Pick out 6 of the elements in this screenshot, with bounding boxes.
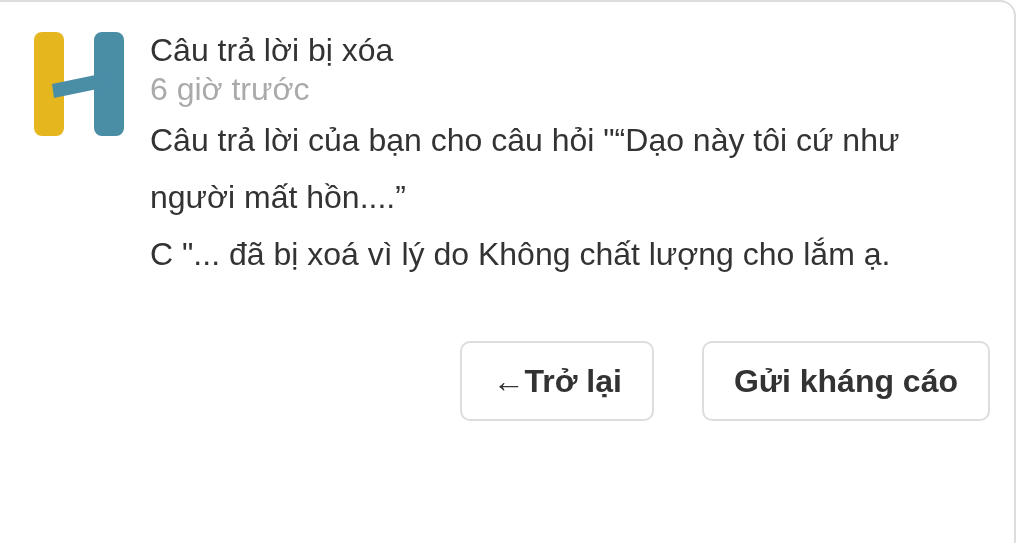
- timestamp: 6 giờ trước: [150, 69, 311, 109]
- notification-title: Câu trả lời bị xóa: [150, 32, 395, 69]
- appeal-button[interactable]: Gửi kháng cáo: [701, 341, 990, 422]
- back-button[interactable]: ←Trở lại: [460, 341, 654, 422]
- notification-message: Câu trả lời của bạn cho câu hỏi "“Dạo này tôi cứ như người mất hồn....” C "... đã bị xoá vì lý do Không chất lượng cho lắm ạ.: [150, 121, 901, 275]
- logo-icon: [34, 32, 126, 138]
